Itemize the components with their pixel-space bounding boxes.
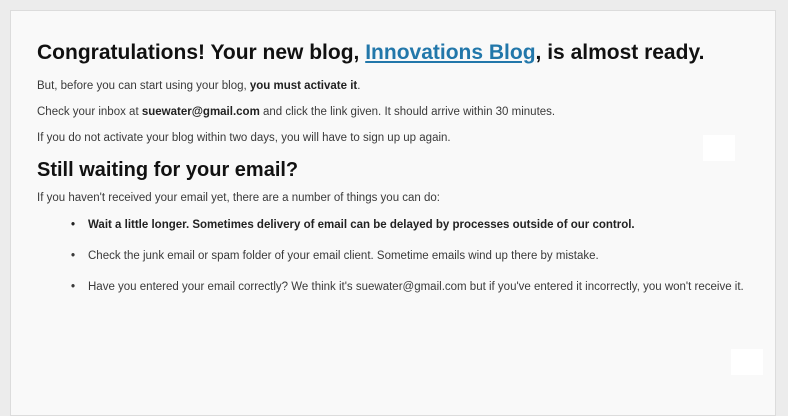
bullet-icon: • <box>71 250 76 262</box>
tips-list: • Wait a little longer. Sometimes deliver… <box>37 218 751 295</box>
bullet-icon: • <box>71 219 76 231</box>
tip-text: Check the junk email or spam folder of y… <box>88 250 599 262</box>
list-item: • Have you entered your email correctly? … <box>71 280 751 295</box>
tip-text: Have you entered your email correctly? W… <box>88 281 744 293</box>
list-item: • Wait a little longer. Sometimes deliver… <box>71 218 751 233</box>
redaction-box <box>703 135 735 161</box>
waiting-heading: Still waiting for your email? <box>37 159 299 181</box>
inbox-suffix: and click the link given. It should arri… <box>259 106 556 118</box>
bullet-icon: • <box>71 281 76 293</box>
inbox-prefix: Check your inbox at <box>37 106 142 118</box>
inbox-instruction: Check your inbox at suewater@gmail.com a… <box>37 105 751 120</box>
two-days-notice: If you do not activate your blog within … <box>37 132 451 144</box>
tip-text: Wait a little longer. Sometimes delivery… <box>88 219 635 231</box>
activate-prefix: But, before you can start using your blo… <box>37 80 250 92</box>
activate-instruction: But, before you can start using your blo… <box>37 79 751 94</box>
title-suffix: , is almost ready. <box>535 41 705 64</box>
email-address: suewater@gmail.com <box>141 106 260 118</box>
redaction-box <box>731 349 763 375</box>
page-title: Congratulations! Your new blog, Innovati… <box>37 39 751 67</box>
title-prefix: Congratulations! Your new blog, <box>37 41 366 64</box>
waiting-intro: If you haven't received your email yet, … <box>37 192 441 204</box>
signup-confirmation-card: Congratulations! Your new blog, Innovati… <box>10 10 776 416</box>
activate-emphasis: you must activate it <box>249 80 358 92</box>
blog-name-link[interactable]: Innovations Blog <box>365 41 535 64</box>
list-item: • Check the junk email or spam folder of … <box>71 249 751 264</box>
activate-suffix: . <box>357 80 361 92</box>
